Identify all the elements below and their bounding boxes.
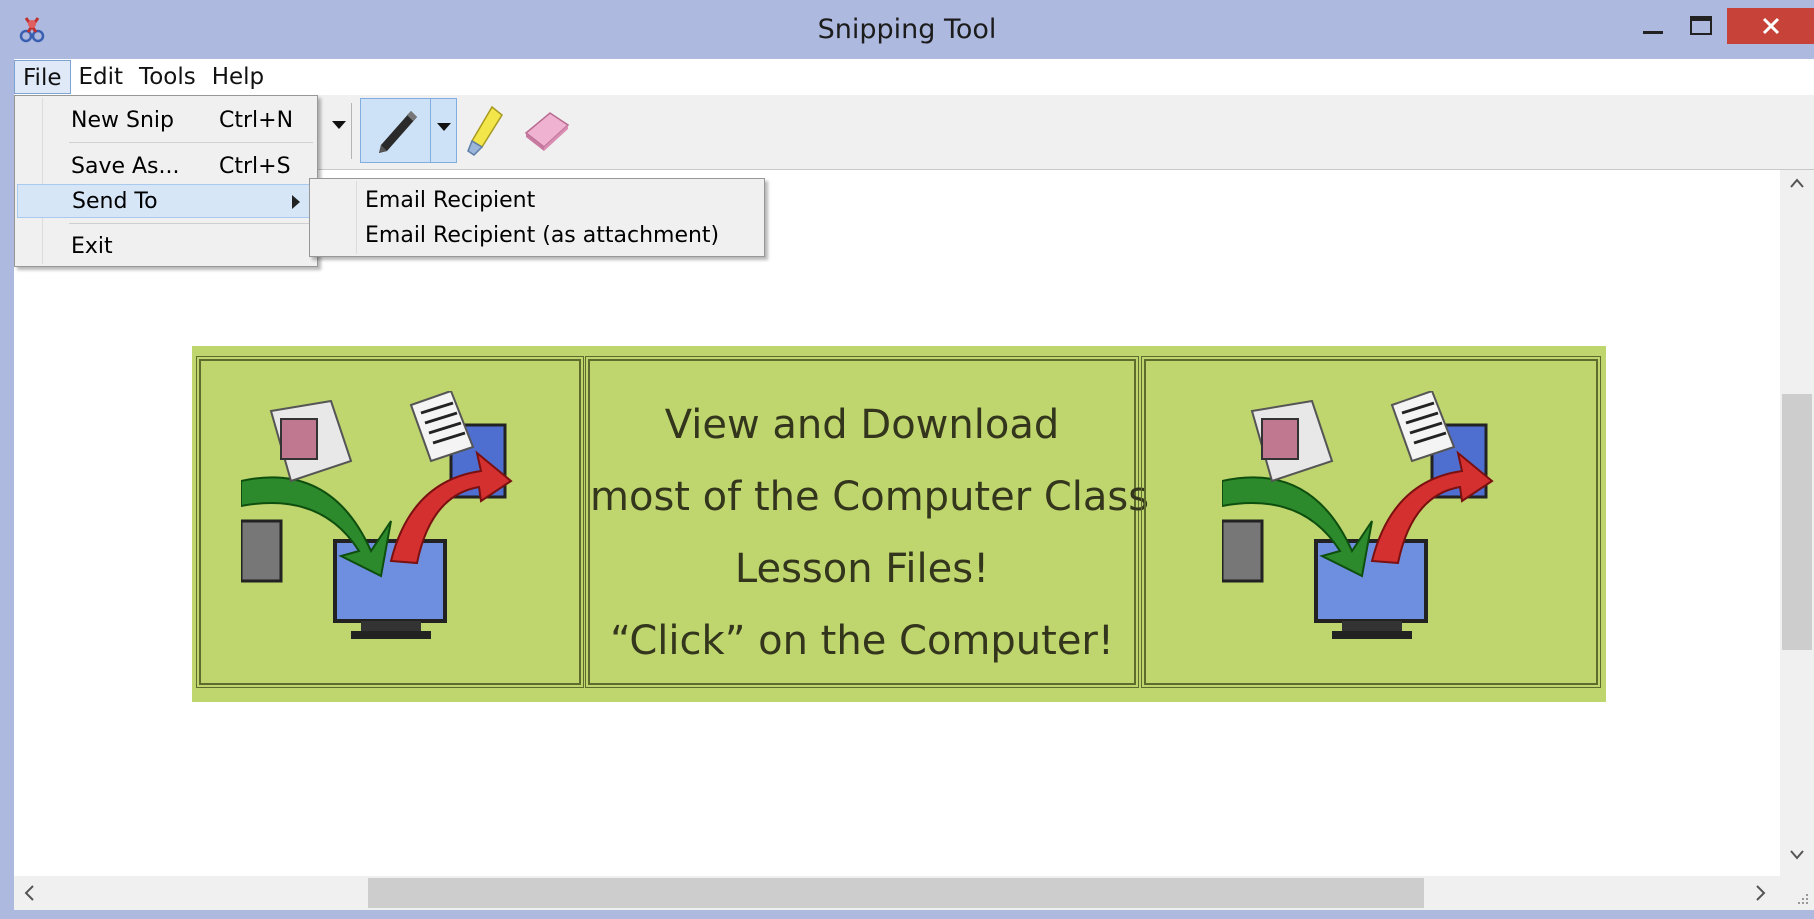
banner-line-3: Lesson Files!	[734, 546, 990, 592]
menu-item-send-to[interactable]: Send To	[17, 184, 315, 218]
new-snip-label: New Snip	[71, 108, 174, 133]
submenu-arrow-icon	[292, 195, 300, 209]
snip-banner: View and Download most of the Computer C…	[192, 346, 1606, 702]
scroll-up-icon[interactable]	[1790, 178, 1804, 188]
snipping-tool-window: Snipping Tool File Edit Tools Help View …	[0, 0, 1814, 919]
maximize-icon	[1690, 16, 1712, 35]
menu-item-save-as[interactable]: Save As... Ctrl+S	[17, 150, 315, 184]
vertical-scrollbar[interactable]	[1780, 170, 1814, 876]
menu-item-email-recipient-attachment[interactable]: Email Recipient (as attachment)	[365, 219, 719, 253]
menu-help[interactable]: Help	[204, 60, 272, 94]
highlighter-icon[interactable]	[466, 105, 506, 157]
vertical-scroll-thumb[interactable]	[1782, 394, 1812, 650]
pen-split-divider	[430, 99, 431, 162]
pen-icon	[379, 111, 417, 153]
minimize-button[interactable]	[1630, 8, 1676, 44]
send-to-submenu: Email Recipient Email Recipient (as atta…	[309, 178, 765, 257]
resize-corner[interactable]	[1780, 876, 1814, 910]
resize-grip-icon[interactable]	[1794, 890, 1810, 906]
menu-bar: File Edit Tools Help	[14, 59, 1814, 95]
menu-item-new-snip[interactable]: New Snip Ctrl+N	[17, 104, 315, 138]
close-icon	[1762, 17, 1779, 35]
submenu-gutter	[356, 181, 357, 254]
banner-text: View and Download most of the Computer C…	[590, 389, 1150, 677]
menu-file[interactable]: File	[14, 60, 71, 94]
scroll-down-icon[interactable]	[1790, 850, 1804, 860]
banner-middle-cell: View and Download most of the Computer C…	[585, 356, 1150, 688]
minimize-icon	[1643, 31, 1663, 34]
menu-edit[interactable]: Edit	[71, 60, 132, 94]
banner-line-2: most of the Computer Class	[590, 474, 1150, 520]
menu-separator	[69, 142, 313, 143]
pen-tool-button[interactable]	[360, 98, 457, 163]
menu-item-email-recipient[interactable]: Email Recipient	[365, 184, 535, 218]
save-as-shortcut: Ctrl+S	[219, 154, 291, 179]
toolbar-divider	[351, 103, 352, 159]
snip-canvas[interactable]: View and Download most of the Computer C…	[14, 170, 1780, 876]
horizontal-scrollbar[interactable]	[14, 876, 1780, 910]
send-snip-dropdown-icon[interactable]	[332, 121, 346, 131]
banner-left-cell	[196, 356, 584, 688]
maximize-button[interactable]	[1676, 8, 1726, 44]
banner-right-cell	[1141, 356, 1601, 688]
window-title: Snipping Tool	[817, 14, 997, 45]
close-button[interactable]	[1727, 8, 1814, 44]
banner-line-4: “Click” on the Computer!	[610, 618, 1114, 664]
exit-label: Exit	[71, 234, 113, 259]
file-menu-dropdown: New Snip Ctrl+N Save As... Ctrl+S Send T…	[14, 95, 318, 267]
horizontal-scroll-thumb[interactable]	[368, 878, 1424, 908]
save-as-label: Save As...	[71, 154, 180, 179]
pen-dropdown-icon[interactable]	[437, 123, 451, 133]
new-snip-shortcut: Ctrl+N	[219, 108, 294, 133]
menu-item-exit[interactable]: Exit	[17, 230, 315, 264]
menu-separator	[69, 223, 313, 224]
computer-email-clipart-icon	[241, 391, 513, 639]
computer-email-clipart-icon	[1222, 391, 1494, 639]
banner-line-1: View and Download	[664, 402, 1060, 448]
title-bar[interactable]: Snipping Tool	[0, 0, 1814, 57]
scroll-right-icon[interactable]	[1756, 885, 1766, 901]
menu-tools[interactable]: Tools	[131, 60, 204, 94]
send-to-label: Send To	[72, 189, 158, 214]
eraser-icon[interactable]	[522, 107, 570, 151]
scroll-left-icon[interactable]	[24, 885, 34, 901]
